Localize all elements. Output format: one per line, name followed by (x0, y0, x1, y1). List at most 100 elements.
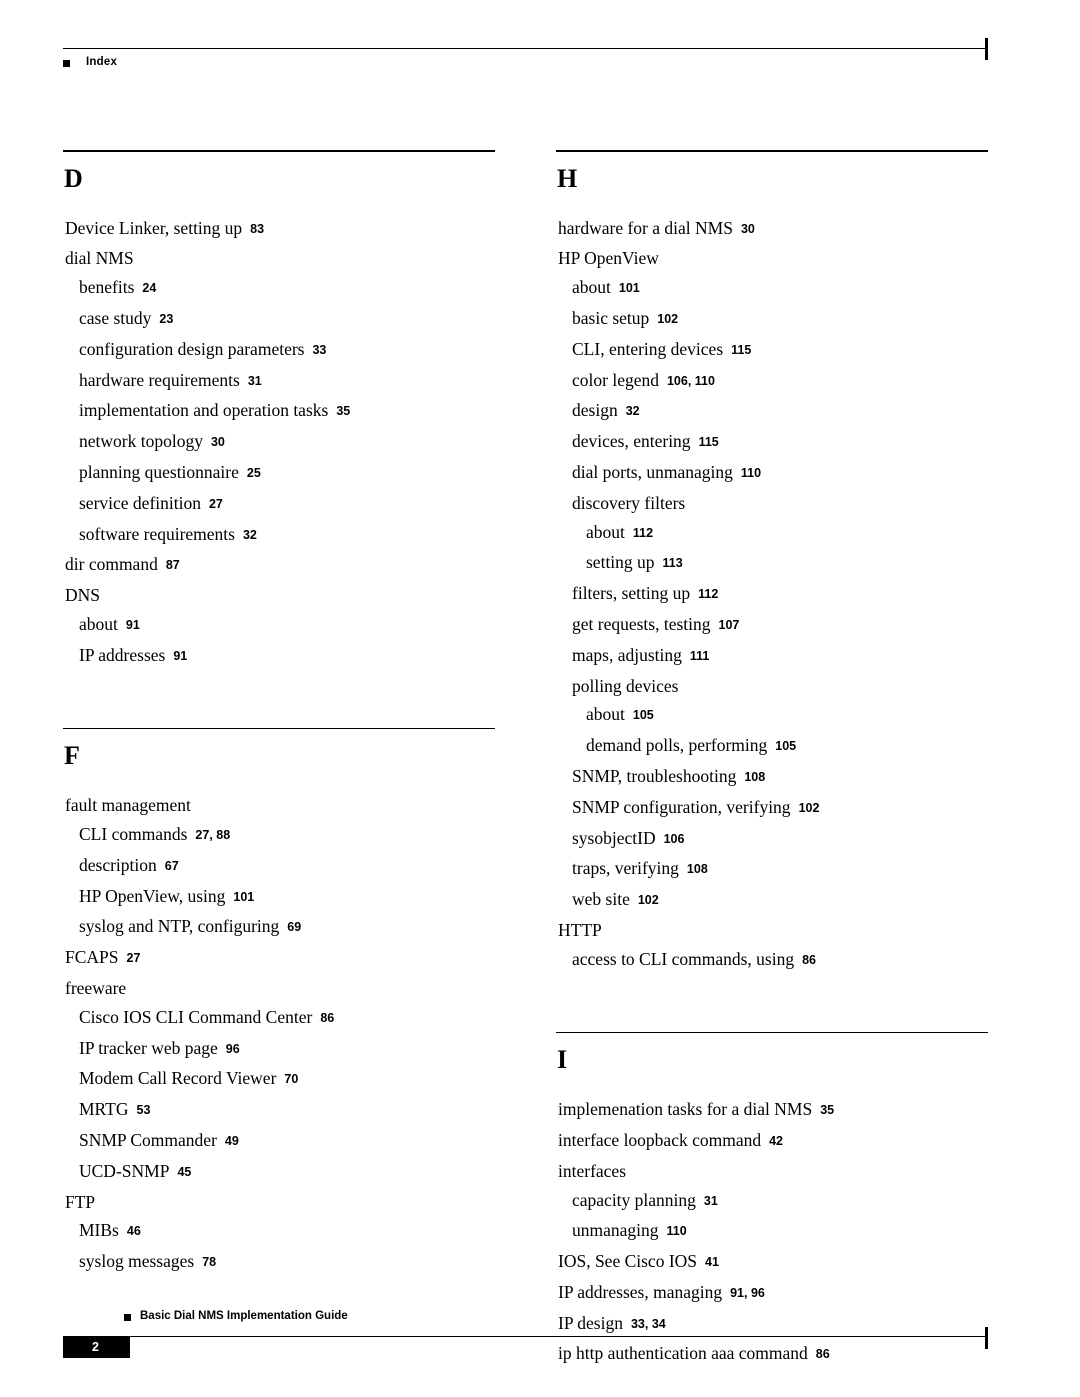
index-entry-label: setting up (586, 552, 655, 573)
index-entry-pages[interactable]: 108 (744, 770, 765, 784)
index-entry-label: CLI, entering devices (572, 338, 724, 359)
index-entry-pages[interactable]: 27, 88 (195, 828, 230, 842)
index-entry: hardware for a dial NMS 30 (558, 214, 988, 245)
index-entry-pages[interactable]: 33, 34 (631, 1317, 666, 1331)
index-entry-pages[interactable]: 30 (211, 435, 225, 449)
index-entry: HP OpenView, using 101 (79, 882, 495, 913)
index-entry-pages[interactable]: 110 (667, 1224, 687, 1238)
footer-crop-mark (985, 1327, 988, 1349)
index-entry-pages[interactable]: 25 (247, 466, 261, 480)
index-entry-label: HP OpenView, using (79, 885, 226, 906)
index-entry-pages[interactable]: 24 (142, 281, 156, 295)
index-entry: syslog messages 78 (79, 1247, 495, 1278)
index-entry-pages[interactable]: 108 (687, 862, 708, 876)
index-entry-pages[interactable]: 41 (705, 1255, 719, 1269)
index-entry-label: planning questionnaire (79, 461, 239, 482)
index-entry: CLI commands 27, 88 (79, 820, 495, 851)
index-entry-pages[interactable]: 86 (802, 953, 816, 967)
index-entry-pages[interactable]: 87 (166, 558, 180, 572)
index-entry: MIBs 46 (79, 1216, 495, 1247)
index-entry-label: IP design (558, 1312, 623, 1333)
index-entry-pages[interactable]: 105 (775, 739, 796, 753)
index-entry-pages[interactable]: 45 (177, 1165, 191, 1179)
footer-page-number: 2 (92, 1340, 99, 1354)
index-entry-label: devices, entering (572, 431, 691, 452)
index-entry-pages[interactable]: 23 (159, 312, 173, 326)
index-entry-pages[interactable]: 110 (741, 466, 761, 480)
index-entry-pages[interactable]: 115 (731, 343, 751, 357)
index-entry: sysobjectID 106 (572, 824, 988, 855)
index-entry-pages[interactable]: 30 (741, 222, 755, 236)
index-entry-label: about (79, 613, 118, 634)
index-entry-pages[interactable]: 49 (225, 1134, 239, 1148)
index-entry-pages[interactable]: 96 (226, 1042, 240, 1056)
letter-divider (63, 727, 495, 730)
index-entry: MRTG 53 (79, 1095, 495, 1126)
index-entry-pages[interactable]: 91 (126, 618, 140, 632)
index-entry-label: hardware requirements (79, 369, 240, 390)
index-entry-pages[interactable]: 115 (699, 435, 719, 449)
index-entry-pages[interactable]: 46 (127, 1224, 141, 1238)
letter-heading: D (64, 163, 83, 193)
index-entry-pages[interactable]: 105 (633, 708, 654, 722)
index-entry-label: software requirements (79, 523, 235, 544)
index-entry-pages[interactable]: 112 (698, 587, 718, 601)
index-entry-label: dial ports, unmanaging (572, 461, 733, 482)
index-entry-pages[interactable]: 86 (320, 1011, 334, 1025)
index-entry-pages[interactable]: 42 (769, 1134, 783, 1148)
index-entry-pages[interactable]: 27 (209, 497, 223, 511)
index-entry-pages[interactable]: 31 (248, 374, 262, 388)
index-entry-label: polling devices (572, 675, 679, 696)
index-entry: polling devices (572, 672, 988, 701)
index-entry: CLI, entering devices 115 (572, 335, 988, 366)
index-entry: about 112 (586, 518, 988, 549)
index-entry-label: demand polls, performing (586, 735, 768, 756)
index-entry-pages[interactable]: 101 (233, 890, 254, 904)
index-entry: IOS, See Cisco IOS 41 (558, 1247, 988, 1278)
index-entry-label: fault management (65, 795, 191, 816)
index-entry: dir command 87 (65, 550, 495, 581)
index-entry: dial NMS (65, 244, 495, 273)
index-entry-pages[interactable]: 91, 96 (730, 1286, 765, 1300)
index-entry-pages[interactable]: 106 (664, 832, 685, 846)
index-entry-pages[interactable]: 91 (173, 649, 187, 663)
index-entry-pages[interactable]: 32 (243, 528, 257, 542)
index-entry-pages[interactable]: 27 (127, 951, 141, 965)
index-entry-label: configuration design parameters (79, 338, 305, 359)
letter-block: Ffault management CLI commands 27, 88 descr… (63, 727, 495, 1278)
index-entry-pages[interactable]: 86 (816, 1347, 830, 1361)
index-entry-pages[interactable]: 35 (336, 404, 350, 418)
index-entry-pages[interactable]: 31 (704, 1194, 718, 1208)
index-entry-pages[interactable]: 35 (820, 1103, 834, 1117)
index-entry-pages[interactable]: 78 (202, 1255, 216, 1269)
index-entry: maps, adjusting 111 (572, 641, 988, 672)
index-entry-label: CLI commands (79, 823, 188, 844)
header-crop-mark (985, 38, 988, 60)
index-entry-pages[interactable]: 83 (250, 222, 264, 236)
index-entry-pages[interactable]: 69 (287, 920, 301, 934)
index-entry-pages[interactable]: 33 (312, 343, 326, 357)
index-entry-pages[interactable]: 113 (663, 556, 683, 570)
index-entry-label: access to CLI commands, using (572, 948, 795, 969)
index-entry-pages[interactable]: 102 (638, 893, 659, 907)
index-entry: description 67 (79, 851, 495, 882)
index-entry-pages[interactable]: 67 (165, 859, 179, 873)
index-entry: IP tracker web page 96 (79, 1034, 495, 1065)
index-entry: design 32 (572, 396, 988, 427)
footer-bullet-icon (124, 1314, 131, 1321)
index-entry-pages[interactable]: 32 (626, 404, 640, 418)
index-entry: about 101 (572, 273, 988, 304)
index-entry-pages[interactable]: 111 (690, 649, 709, 663)
index-entry: Device Linker, setting up 83 (65, 214, 495, 245)
index-entry-pages[interactable]: 112 (633, 526, 653, 540)
index-entry-pages[interactable]: 107 (719, 618, 740, 632)
index-column-right: Hhardware for a dial NMS 30 HP OpenView abo… (556, 150, 988, 1370)
index-entry-pages[interactable]: 70 (284, 1072, 298, 1086)
index-entry-pages[interactable]: 53 (137, 1103, 151, 1117)
index-entry-pages[interactable]: 106, 110 (667, 374, 715, 388)
index-entry: FTP (65, 1188, 495, 1217)
index-entry-pages[interactable]: 102 (799, 801, 820, 815)
index-entry-label: Device Linker, setting up (65, 217, 243, 238)
index-entry-pages[interactable]: 102 (657, 312, 678, 326)
index-entry-pages[interactable]: 101 (619, 281, 640, 295)
